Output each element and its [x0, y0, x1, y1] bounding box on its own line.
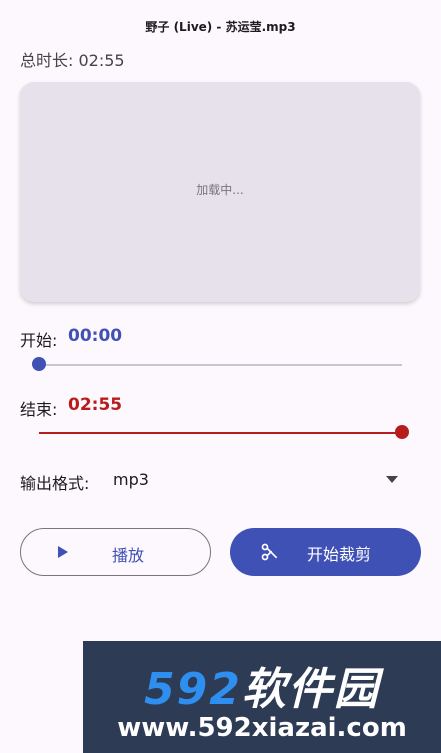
start-label: 开始: [20, 331, 58, 350]
scissors-icon [261, 543, 278, 561]
start-cut-button[interactable]: 开始裁剪 [230, 528, 421, 576]
total-duration: 总时长: 02:55 [20, 51, 125, 70]
end-time-value: 02:55 [68, 395, 123, 415]
play-button-label: 播放 [112, 546, 145, 565]
start-time-value: 00:00 [68, 326, 123, 346]
start-slider-track [39, 364, 402, 366]
start-slider[interactable] [32, 357, 406, 373]
watermark-banner: 592软件园 www.592xiazai.com [83, 641, 441, 753]
watermark-logo: 592软件园 [144, 664, 380, 715]
play-button[interactable]: 播放 [20, 528, 211, 576]
end-slider-thumb[interactable] [395, 425, 409, 439]
format-selected-value: mp3 [113, 470, 149, 489]
chevron-down-icon[interactable] [386, 476, 398, 483]
page-title: 野子 (Live) - 苏运莹.mp3 [145, 20, 296, 34]
loading-text: 加载中... [196, 183, 244, 197]
end-label: 结束: [20, 400, 58, 419]
end-slider[interactable] [32, 425, 409, 441]
format-label: 输出格式: [20, 474, 90, 493]
watermark-url: www.592xiazai.com [117, 713, 407, 743]
play-icon [58, 546, 68, 558]
start-slider-thumb[interactable] [32, 357, 46, 371]
end-slider-track [39, 432, 402, 434]
start-cut-button-label: 开始裁剪 [307, 545, 372, 564]
